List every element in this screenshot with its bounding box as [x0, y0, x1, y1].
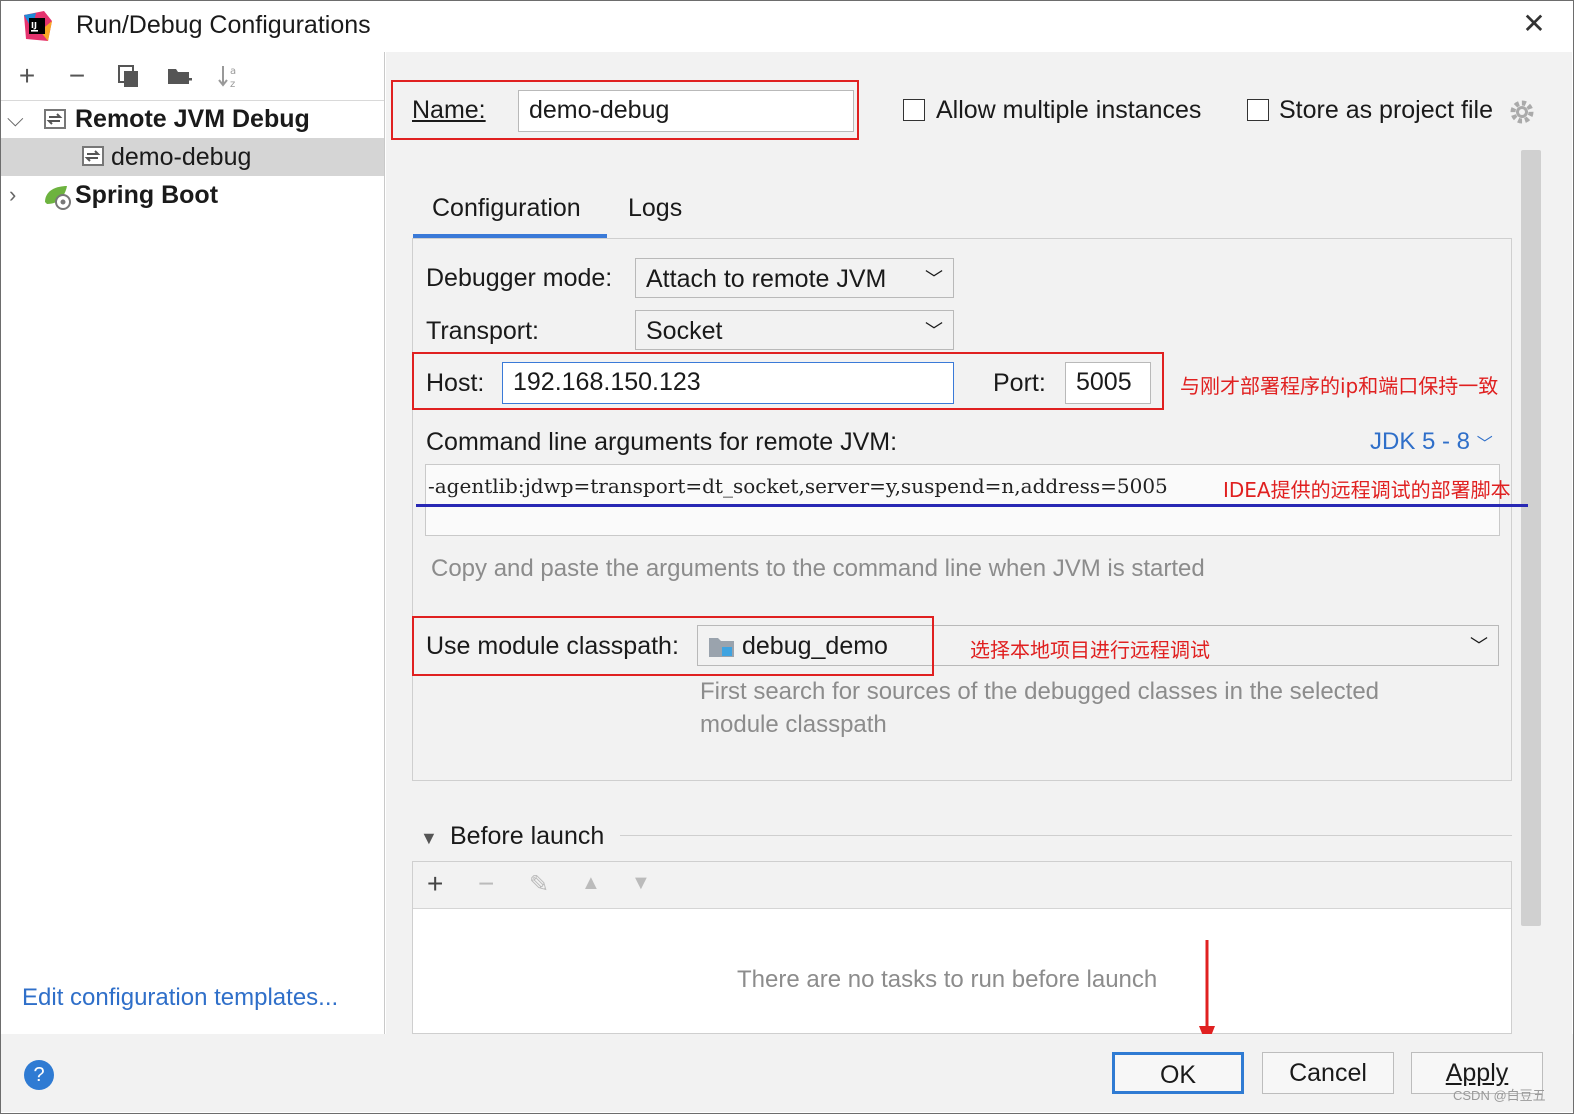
module-hint-1: First search for sources of the debugged…	[700, 678, 1380, 705]
folder-add-icon[interactable]	[165, 62, 193, 90]
edit-icon[interactable]: ✎	[529, 870, 549, 899]
highlight-name	[391, 80, 859, 140]
debugger-mode-select[interactable]: Attach to remote JVM ﹀	[635, 258, 954, 298]
remote-debug-icon	[82, 146, 104, 166]
annotation-cmd: IDEA提供的远程调试的部署脚本	[1223, 478, 1511, 502]
cmd-hint: Copy and paste the arguments to the comm…	[431, 555, 1205, 582]
no-tasks-text: There are no tasks to run before launch	[737, 966, 1158, 993]
cmd-args-text: -agentlib:jdwp=transport=dt_socket,serve…	[428, 474, 1168, 498]
transport-label: Transport:	[426, 317, 540, 345]
close-icon[interactable]: ✕	[1520, 10, 1548, 38]
remove-icon[interactable]: −	[63, 62, 91, 90]
store-project-label: Store as project file	[1279, 96, 1493, 124]
remote-debug-icon	[44, 109, 66, 129]
before-launch-toolbar: + − ✎ ▲ ▼	[413, 862, 1511, 909]
collapse-triangle-icon[interactable]: ▼	[420, 828, 438, 849]
tree-item-label: Spring Boot	[75, 181, 219, 209]
cancel-button[interactable]: Cancel	[1262, 1052, 1394, 1094]
move-up-icon[interactable]: ▲	[581, 872, 601, 895]
module-hint-2: module classpath	[700, 711, 887, 738]
add-icon[interactable]: +	[427, 868, 443, 900]
sidebar-toolbar: + − a z	[1, 52, 384, 101]
watermark: CSDN @白豆五	[1453, 1088, 1546, 1103]
chevron-down-icon: ﹀	[925, 269, 943, 289]
tree-item-remote-jvm-debug[interactable]: ⌵ Remote JVM Debug	[1, 100, 384, 138]
tree-item-spring-boot[interactable]: › Spring Boot	[1, 176, 384, 214]
svg-text:a: a	[230, 66, 236, 77]
chevron-down-icon: ﹀	[1476, 436, 1493, 453]
window-title: Run/Debug Configurations	[76, 11, 371, 39]
ok-button[interactable]: OK	[1112, 1052, 1244, 1094]
annotation-underline	[416, 504, 1528, 507]
chevron-down-icon[interactable]: ⌵	[7, 100, 24, 138]
svg-text:z: z	[230, 79, 235, 90]
help-icon[interactable]: ?	[24, 1060, 54, 1090]
debugger-mode-label: Debugger mode:	[426, 264, 612, 293]
allow-multiple-checkbox[interactable]	[903, 99, 925, 121]
chevron-down-icon: ﹀	[925, 321, 943, 341]
remove-icon[interactable]: −	[478, 868, 494, 900]
apply-button-label: Apply	[1445, 1059, 1509, 1087]
tree-item-label: Remote JVM Debug	[75, 105, 310, 133]
svg-text:IJ: IJ	[31, 21, 37, 30]
sort-icon[interactable]: a z	[215, 62, 243, 90]
tab-configuration[interactable]: Configuration	[432, 194, 581, 223]
chevron-down-icon: ﹀	[1470, 636, 1488, 656]
cmd-label: Command line arguments for remote JVM:	[426, 428, 898, 456]
transport-select[interactable]: Socket ﹀	[635, 310, 954, 350]
spring-boot-icon	[45, 186, 71, 210]
annotation-host-port: 与刚才部署程序的ip和端口保持一致	[1180, 374, 1499, 398]
debugger-mode-value: Attach to remote JVM	[646, 265, 887, 293]
intellij-logo-icon: IJ	[24, 11, 52, 41]
tree-item-demo-debug[interactable]: demo-debug	[1, 138, 384, 176]
edit-templates-link[interactable]: Edit configuration templates...	[22, 984, 338, 1012]
move-down-icon[interactable]: ▼	[631, 872, 651, 895]
allow-multiple-label: Allow multiple instances	[936, 96, 1202, 124]
chevron-right-icon[interactable]: ›	[9, 176, 16, 214]
annotation-module: 选择本地项目进行远程调试	[970, 638, 1210, 662]
jdk-version-value: JDK 5 - 8	[1370, 428, 1471, 455]
section-divider	[620, 835, 1512, 836]
tab-logs[interactable]: Logs	[628, 194, 682, 223]
scrollbar[interactable]	[1521, 150, 1541, 926]
add-icon[interactable]: +	[13, 62, 41, 90]
highlight-host-port	[412, 352, 1164, 410]
before-launch-title: Before launch	[450, 822, 605, 850]
debugger-mode-label-text: Debugger mode:	[426, 264, 613, 292]
gear-icon[interactable]	[1508, 98, 1536, 126]
store-project-checkbox[interactable]	[1247, 99, 1269, 121]
copy-icon[interactable]	[115, 62, 143, 90]
highlight-module	[412, 616, 934, 676]
tree-item-label: demo-debug	[111, 143, 252, 171]
annotation-arrow	[1199, 940, 1215, 1046]
jdk-version-select[interactable]: JDK 5 - 8 ﹀	[1370, 428, 1493, 456]
transport-value: Socket	[646, 317, 723, 345]
